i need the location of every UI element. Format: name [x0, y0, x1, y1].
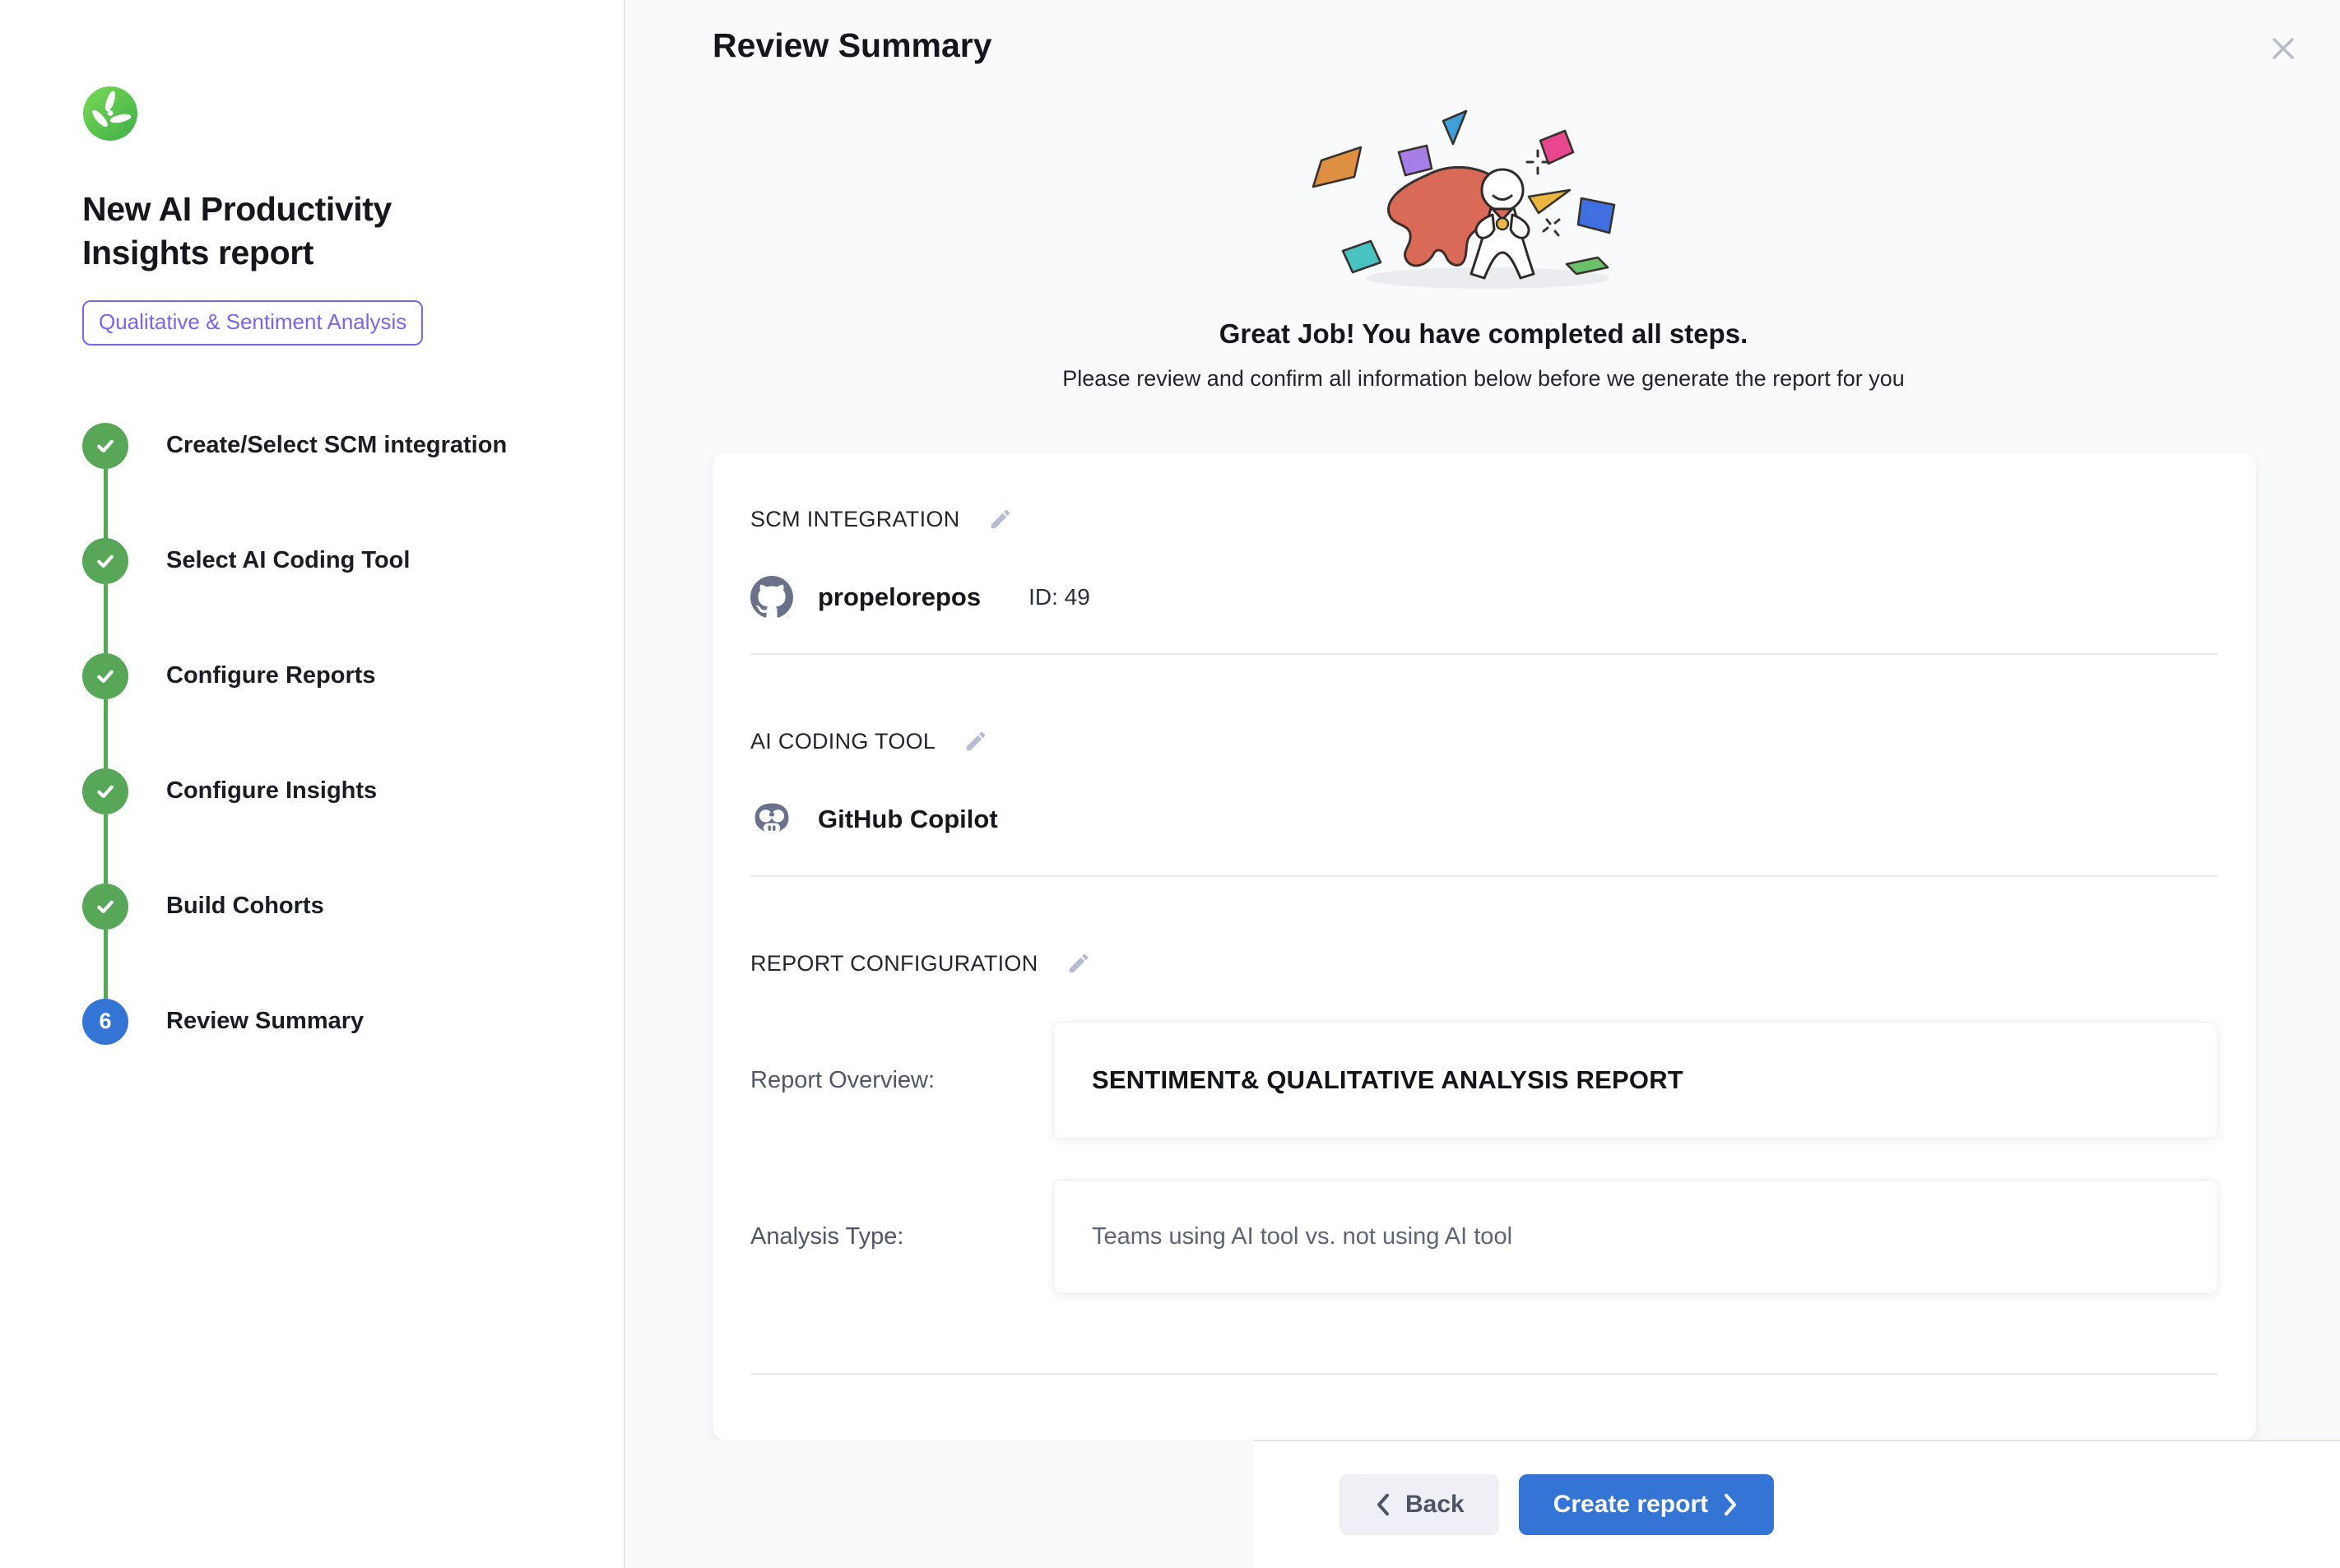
wizard-footer: Back Create report — [1254, 1440, 2340, 1568]
check-icon — [94, 780, 117, 803]
summary-card: SCM INTEGRATION prop — [713, 452, 2256, 1440]
step-review-summary[interactable]: 6 Review Summary — [82, 999, 578, 1045]
analysis-type-value: Teams using AI tool vs. not using AI too… — [1092, 1223, 1512, 1250]
check-icon — [94, 665, 117, 688]
report-overview-value: SENTIMENT& QUALITATIVE ANALYSIS REPORT — [1092, 1065, 1683, 1094]
report-overview-label: Report Overview: — [750, 1067, 1053, 1094]
edit-scm-button[interactable] — [985, 503, 1016, 535]
create-report-button[interactable]: Create report — [1519, 1474, 1774, 1535]
wizard-stepper: Create/Select SCM integration Select AI … — [82, 423, 578, 1045]
back-button[interactable]: Back — [1339, 1474, 1499, 1535]
ai-coding-tool-section: AI CODING TOOL — [750, 726, 2218, 877]
scm-integration-id: ID: 49 — [1028, 584, 1090, 610]
scm-section-heading: SCM INTEGRATION — [750, 507, 960, 532]
wizard-sidebar: New AI Productivity Insights report Qual… — [0, 0, 625, 1568]
edit-ai-tool-button[interactable] — [960, 726, 991, 757]
congrats-subtitle: Please review and confirm all informatio… — [627, 366, 2340, 392]
scm-integration-section: SCM INTEGRATION prop — [750, 503, 2218, 655]
propeller-logo-icon — [82, 86, 138, 141]
analysis-type-row: Analysis Type: Teams using AI tool vs. n… — [750, 1180, 2218, 1294]
edit-report-config-button[interactable] — [1063, 948, 1094, 979]
step-done-circle — [82, 768, 128, 814]
close-icon — [2264, 30, 2302, 67]
pencil-icon — [1066, 951, 1091, 976]
scm-integration-name: propelorepos — [818, 582, 981, 612]
check-icon — [94, 895, 117, 918]
chevron-left-icon — [1374, 1492, 1392, 1517]
step-label: Select AI Coding Tool — [166, 547, 410, 574]
report-config-section-heading: REPORT CONFIGURATION — [750, 951, 1038, 977]
check-icon — [94, 550, 117, 573]
app-window: New AI Productivity Insights report Qual… — [0, 0, 2340, 1568]
ai-tool-section-heading: AI CODING TOOL — [750, 729, 936, 754]
report-overview-value-box: SENTIMENT& QUALITATIVE ANALYSIS REPORT — [1053, 1022, 2218, 1139]
step-active-circle: 6 — [82, 999, 128, 1045]
report-overview-row: Report Overview: SENTIMENT& QUALITATIVE … — [750, 1022, 2218, 1139]
step-build-cohorts[interactable]: Build Cohorts — [82, 884, 578, 999]
step-done-circle — [82, 884, 128, 930]
step-label: Configure Insights — [166, 777, 377, 805]
back-button-label: Back — [1405, 1491, 1465, 1519]
pencil-icon — [963, 729, 988, 754]
report-wizard-title: New AI Productivity Insights report — [82, 188, 510, 276]
step-configure-insights[interactable]: Configure Insights — [82, 768, 578, 884]
create-report-button-label: Create report — [1553, 1491, 1708, 1519]
step-create-select-scm[interactable]: Create/Select SCM integration — [82, 423, 578, 538]
github-icon — [750, 576, 793, 619]
step-done-circle — [82, 653, 128, 699]
congrats-title: Great Job! You have completed all steps. — [627, 318, 2340, 350]
github-copilot-icon — [750, 798, 793, 841]
ai-tool-name: GitHub Copilot — [818, 805, 998, 834]
step-configure-reports[interactable]: Configure Reports — [82, 653, 578, 768]
analysis-type-badge: Qualitative & Sentiment Analysis — [82, 300, 423, 346]
step-select-ai-tool[interactable]: Select AI Coding Tool — [82, 538, 578, 653]
check-icon — [94, 434, 117, 457]
analysis-type-value-box: Teams using AI tool vs. not using AI too… — [1053, 1180, 2218, 1294]
page-title: Review Summary — [627, 0, 2340, 65]
step-label: Build Cohorts — [166, 893, 324, 920]
step-done-circle — [82, 423, 128, 469]
panel-scroll-area[interactable]: Review Summary — [627, 0, 2340, 1440]
celebration-illustration — [1290, 100, 1677, 307]
step-label: Configure Reports — [166, 662, 376, 689]
section-divider — [750, 875, 2218, 877]
chevron-right-icon — [1721, 1492, 1739, 1517]
pencil-icon — [988, 507, 1013, 531]
section-divider — [750, 1373, 2218, 1375]
step-label: Review Summary — [166, 1008, 364, 1035]
section-divider — [750, 653, 2218, 655]
report-configuration-section: REPORT CONFIGURATION Report Overview: SE… — [750, 948, 2218, 1375]
analysis-type-label: Analysis Type: — [750, 1223, 1053, 1250]
review-summary-panel: Review Summary — [627, 0, 2340, 1568]
congrats-hero: Great Job! You have completed all steps.… — [627, 100, 2340, 392]
step-number: 6 — [99, 1009, 111, 1034]
step-done-circle — [82, 538, 128, 584]
close-button[interactable] — [2263, 28, 2304, 69]
step-label: Create/Select SCM integration — [166, 432, 507, 459]
